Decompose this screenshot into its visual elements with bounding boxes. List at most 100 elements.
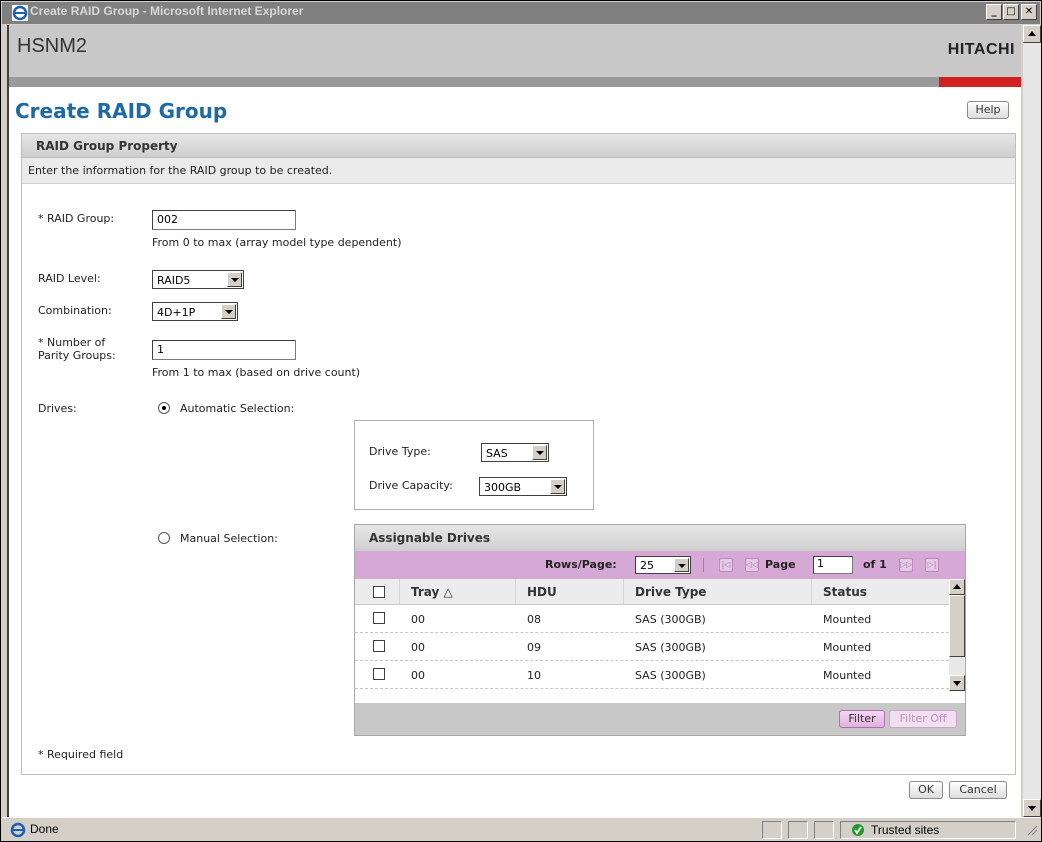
maximize-button[interactable]: □: [1003, 4, 1019, 20]
app-name: HSNM2: [17, 35, 88, 57]
page-scroll-down-button[interactable]: [1023, 799, 1041, 817]
filter-off-button[interactable]: Filter Off: [889, 710, 957, 728]
cell-status: Mounted: [823, 613, 872, 626]
chevron-down-icon: [1028, 806, 1036, 811]
column-separator: [623, 579, 624, 605]
close-window-button[interactable]: ✕: [1021, 4, 1037, 20]
scroll-down-button[interactable]: [949, 675, 965, 691]
trusted-sites-icon: [852, 824, 864, 836]
parity-groups-label-line1: * Number of: [38, 336, 106, 349]
assignable-drives-header: Assignable Drives: [355, 525, 965, 551]
first-page-icon[interactable]: |◁: [719, 558, 733, 572]
table-row[interactable]: 00 10 SAS (300GB) Mounted: [355, 661, 949, 689]
table-scrollbar[interactable]: [949, 579, 965, 691]
cell-tray: 00: [411, 641, 425, 654]
window-title: Create RAID Group - Microsoft Internet E…: [30, 4, 304, 18]
browser-window: Create RAID Group - Microsoft Internet E…: [0, 0, 1042, 842]
cell-status: Mounted: [823, 669, 872, 682]
cell-tray: 00: [411, 669, 425, 682]
column-separator: [515, 579, 516, 605]
title-bar: Create RAID Group - Microsoft Internet E…: [2, 2, 1040, 24]
combination-select[interactable]: 4D+1P: [152, 302, 238, 321]
cell-drive-type: SAS (300GB): [635, 641, 706, 654]
page-number-input[interactable]: 1: [813, 556, 853, 574]
rows-per-page-label: Rows/Page:: [545, 558, 617, 571]
column-drive-type[interactable]: Drive Type: [635, 585, 706, 599]
parity-groups-label-line2: Parity Groups:: [38, 349, 116, 362]
row-checkbox[interactable]: [373, 668, 385, 680]
chevron-down-icon[interactable]: [221, 304, 236, 319]
rows-per-page-select[interactable]: 25: [635, 556, 691, 574]
cell-hdu: 08: [527, 613, 541, 626]
status-cell: [788, 821, 808, 839]
next-page-icon[interactable]: ▷▷: [899, 558, 913, 572]
drive-type-label: Drive Type:: [369, 445, 431, 458]
column-hdu[interactable]: HDU: [527, 585, 557, 599]
cell-status: Mounted: [823, 641, 872, 654]
column-status[interactable]: Status: [823, 585, 867, 599]
sort-ascending-icon: △: [443, 585, 453, 599]
combination-label: Combination:: [38, 304, 112, 317]
help-button[interactable]: Help: [967, 101, 1009, 119]
column-separator: [811, 579, 812, 605]
chevron-up-icon: [1028, 31, 1036, 36]
resize-grip-icon[interactable]: [1026, 824, 1038, 836]
page-scrollbar[interactable]: [1023, 25, 1041, 817]
filter-button[interactable]: Filter: [839, 710, 885, 728]
chevron-down-icon[interactable]: [532, 445, 547, 460]
manual-selection-radio[interactable]: [158, 532, 170, 544]
previous-page-icon[interactable]: ◁◁: [745, 558, 759, 572]
table-row[interactable]: 00 08 SAS (300GB) Mounted: [355, 605, 949, 633]
automatic-selection-radio[interactable]: [158, 402, 170, 414]
row-checkbox[interactable]: [373, 612, 385, 624]
status-cell: [762, 821, 782, 839]
drive-capacity-label: Drive Capacity:: [369, 479, 453, 492]
ie-icon: [12, 5, 28, 21]
raid-group-label: * RAID Group:: [38, 212, 115, 225]
drive-capacity-select[interactable]: 300GB: [479, 477, 567, 496]
brand-accent-bar: [939, 77, 1021, 87]
chevron-down-icon[interactable]: [674, 558, 689, 572]
cell-hdu: 09: [527, 641, 541, 654]
table-column-header: Tray △ HDU Drive Type Status: [355, 579, 949, 605]
column-tray[interactable]: Tray △: [411, 585, 453, 599]
hitachi-logo: HITACHI: [947, 41, 1015, 58]
drive-type-value: SAS: [486, 447, 508, 460]
security-zone-text: Trusted sites: [871, 823, 940, 837]
required-field-note: * Required field: [38, 748, 124, 761]
raid-group-hint: From 0 to max (array model type dependen…: [152, 236, 402, 249]
raid-level-select[interactable]: RAID5: [152, 270, 244, 289]
security-zone-cell: Trusted sites: [840, 821, 1016, 839]
drive-type-select[interactable]: SAS: [481, 443, 549, 462]
raid-level-value: RAID5: [157, 274, 191, 287]
table-row[interactable]: 00 09 SAS (300GB) Mounted: [355, 633, 949, 661]
page-scroll-up-button[interactable]: [1023, 25, 1041, 43]
combination-value: 4D+1P: [157, 306, 196, 319]
ok-button[interactable]: OK: [909, 781, 943, 799]
chevron-down-icon[interactable]: [227, 272, 242, 287]
scroll-thumb[interactable]: [949, 595, 965, 657]
pagination-bar: Rows/Page: 25 |◁ ◁◁ Page 1 of 1 ▷▷ ▷|: [355, 551, 965, 579]
page-total-label: of 1: [863, 558, 887, 571]
panel-description: Enter the information for the RAID group…: [28, 164, 333, 177]
banner-divider: [9, 77, 939, 87]
chevron-down-icon[interactable]: [550, 479, 565, 494]
select-all-checkbox[interactable]: [373, 586, 385, 598]
column-separator: [399, 579, 400, 605]
panel-description-bar: Enter the information for the RAID group…: [22, 158, 1015, 184]
panel-heading: RAID Group Property: [36, 139, 178, 153]
row-checkbox[interactable]: [373, 640, 385, 652]
raid-group-input[interactable]: 002: [152, 210, 296, 230]
assignable-drives-table: Assignable Drives Rows/Page: 25 |◁ ◁◁ Pa…: [354, 524, 966, 736]
parity-groups-hint: From 1 to max (based on drive count): [152, 366, 361, 379]
cancel-button[interactable]: Cancel: [949, 781, 1007, 799]
status-text: Done: [30, 822, 59, 836]
last-page-icon[interactable]: ▷|: [925, 558, 939, 572]
manual-selection-label: Manual Selection:: [180, 532, 278, 545]
rows-per-page-value: 25: [640, 559, 654, 572]
minimize-button[interactable]: _: [986, 4, 1002, 20]
panel-header: RAID Group Property: [22, 134, 1015, 158]
scroll-up-button[interactable]: [949, 579, 965, 595]
pager-divider: [703, 558, 704, 572]
parity-groups-input[interactable]: 1: [152, 340, 296, 360]
